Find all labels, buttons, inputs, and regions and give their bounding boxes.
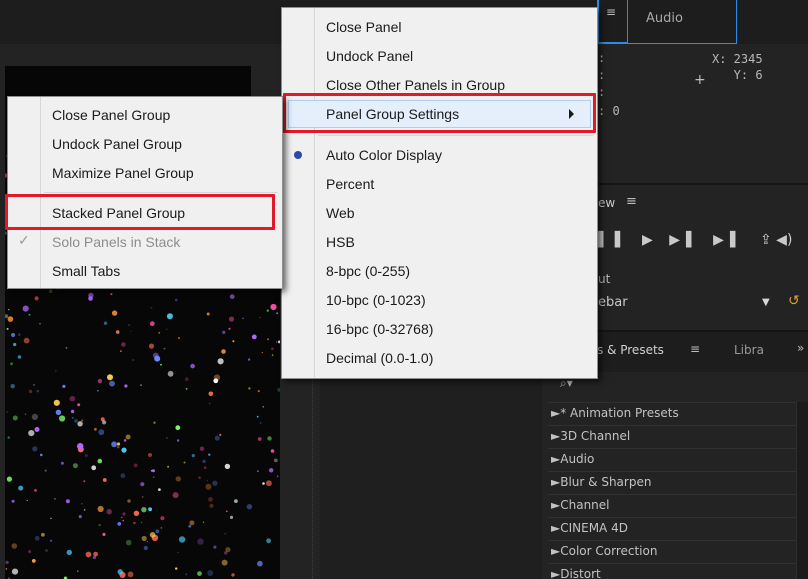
menu-separator bbox=[44, 192, 278, 193]
menu-item-decimal[interactable]: Decimal (0.0-1.0) bbox=[282, 344, 597, 372]
reset-icon[interactable]: ↺ bbox=[788, 293, 800, 309]
highlight-box bbox=[283, 93, 596, 133]
output-label: ut bbox=[598, 272, 611, 286]
menu-item-label: HSB bbox=[326, 234, 355, 250]
playback-controls[interactable]: ▌▌ ▶ ▶▌ ▶▌ bbox=[598, 232, 747, 248]
list-item[interactable]: ►Color Correction bbox=[548, 540, 796, 563]
menu-item-10bpc[interactable]: 10-bpc (0-1023) bbox=[282, 286, 597, 314]
menu-item-label: 10-bpc (0-1023) bbox=[326, 292, 426, 308]
list-item[interactable]: ►Blur & Sharpen bbox=[548, 471, 796, 494]
info-a-value: : 0 bbox=[598, 104, 620, 118]
info-y: Y: 6 bbox=[733, 68, 763, 82]
effects-list: ►* Animation Presets ►3D Channel ►Audio … bbox=[548, 402, 796, 579]
menu-item-label: Solo Panels in Stack bbox=[52, 234, 181, 250]
timeline-area bbox=[320, 376, 542, 579]
loop-audio-icons[interactable]: ⇪ ◀) bbox=[760, 232, 792, 248]
tab-effects-presets[interactable]: s & Presets bbox=[597, 343, 664, 357]
menu-item-percent[interactable]: Percent bbox=[282, 170, 597, 198]
menu-item-label: Close Panel Group bbox=[52, 107, 171, 123]
menu-separator bbox=[318, 135, 593, 136]
list-item[interactable]: ►Audio bbox=[548, 448, 796, 471]
preview-panel-title: ew bbox=[598, 196, 616, 210]
tab-audio[interactable]: Audio bbox=[627, 0, 737, 44]
checkmark-icon: ✓ bbox=[18, 232, 30, 248]
menu-item-label: 16-bpc (0-32768) bbox=[326, 321, 434, 337]
crosshair-icon: + bbox=[694, 72, 706, 88]
list-item[interactable]: ►Channel bbox=[548, 494, 796, 517]
menu-item-label: Web bbox=[326, 205, 355, 221]
list-item[interactable]: ►3D Channel bbox=[548, 425, 796, 448]
menu-item-16bpc[interactable]: 16-bpc (0-32768) bbox=[282, 315, 597, 343]
info-g-colon: : bbox=[598, 68, 606, 82]
info-r-colon: : bbox=[598, 51, 606, 65]
menu-item-close-panel-group[interactable]: Close Panel Group bbox=[8, 101, 282, 129]
chevron-down-icon[interactable]: ▼ bbox=[762, 297, 770, 308]
menu-item-label: 8-bpc (0-255) bbox=[326, 263, 411, 279]
menu-item-undock-panel[interactable]: Undock Panel bbox=[282, 42, 597, 70]
output-select[interactable]: ebar bbox=[598, 292, 778, 314]
menu-item-label: Percent bbox=[326, 176, 375, 192]
info-x: X: 2345 bbox=[712, 52, 763, 66]
menu-item-label: Decimal (0.0-1.0) bbox=[326, 350, 434, 366]
menu-item-hsb[interactable]: HSB bbox=[282, 228, 597, 256]
radio-selected-icon bbox=[294, 151, 302, 159]
menu-item-8bpc[interactable]: 8-bpc (0-255) bbox=[282, 257, 597, 285]
tab-audio-label: Audio bbox=[646, 11, 683, 26]
menu-item-label: Small Tabs bbox=[52, 263, 121, 279]
menu-item-label: Close Other Panels in Group bbox=[326, 77, 505, 93]
menu-item-label: Auto Color Display bbox=[326, 147, 442, 163]
output-select-value: ebar bbox=[598, 295, 628, 310]
menu-item-label: Undock Panel Group bbox=[52, 136, 182, 152]
list-item[interactable]: ►* Animation Presets bbox=[548, 402, 796, 425]
menu-item-small-tabs[interactable]: Small Tabs bbox=[8, 257, 282, 285]
menu-item-close-panel[interactable]: Close Panel bbox=[282, 13, 597, 41]
menu-item-web[interactable]: Web bbox=[282, 199, 597, 227]
info-b-colon: : bbox=[598, 85, 606, 99]
effects-menu-icon[interactable]: ≡ bbox=[690, 342, 700, 356]
menu-item-label: Undock Panel bbox=[326, 48, 414, 64]
effects-scrollbar[interactable] bbox=[796, 402, 808, 579]
tab-libraries[interactable]: Libra bbox=[734, 343, 764, 357]
panel-group-settings-submenu: Close Panel Group Undock Panel Group Max… bbox=[7, 96, 283, 289]
more-tabs-icon[interactable]: » bbox=[797, 341, 804, 355]
menu-item-solo-panels-in-stack[interactable]: ✓ Solo Panels in Stack bbox=[8, 228, 282, 256]
viewer-header bbox=[5, 66, 251, 96]
menu-item-undock-panel-group[interactable]: Undock Panel Group bbox=[8, 130, 282, 158]
preview-menu-icon[interactable]: ≡ bbox=[626, 194, 637, 209]
menu-item-label: Close Panel bbox=[326, 19, 402, 35]
info-coordinates: X: 2345 Y: 6 bbox=[712, 51, 763, 83]
panel-context-menu: Close Panel Undock Panel Close Other Pan… bbox=[281, 7, 598, 379]
menu-item-label: Maximize Panel Group bbox=[52, 165, 194, 181]
highlight-box bbox=[5, 194, 275, 230]
list-item[interactable]: ►CINEMA 4D bbox=[548, 517, 796, 540]
panel-menu-icon[interactable]: ≡ bbox=[606, 5, 616, 19]
menu-item-auto-color-display[interactable]: Auto Color Display bbox=[282, 141, 597, 169]
menu-item-maximize-panel-group[interactable]: Maximize Panel Group bbox=[8, 159, 282, 187]
list-item[interactable]: ►Distort bbox=[548, 563, 796, 579]
